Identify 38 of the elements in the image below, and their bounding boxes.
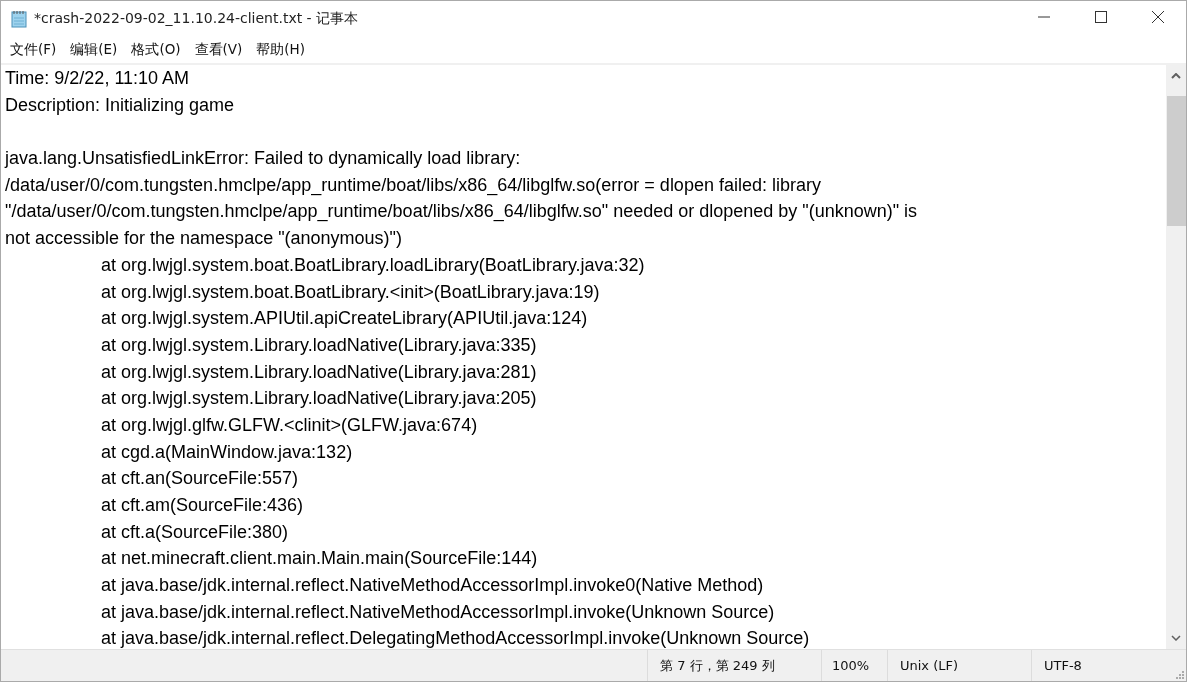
text-line: at cft.an(SourceFile:557) xyxy=(100,467,300,491)
text-line: at java.base/jdk.internal.reflect.NativeMethodAccessorImpl.invoke(Unknown Source) xyxy=(100,600,776,624)
text-line: at org.lwjgl.glfw.GLFW.<clinit>(GLFW.java:674) xyxy=(100,413,479,437)
text-line: at org.lwjgl.system.Library.loadNative(Library.java:335) xyxy=(100,333,538,357)
text-line: at cft.am(SourceFile:436) xyxy=(100,494,305,517)
notepad-icon xyxy=(11,10,27,28)
zoom-level: 100% xyxy=(821,650,887,681)
text-line: "/data/user/0/com.tungsten.hmclpe/app_runtime/boat/libs/x86_64/libglfw.so" needed or dlopened by "(unknown)" is xyxy=(5,200,919,224)
cursor-position: 第 7 行，第 249 列 xyxy=(647,650,821,681)
vertical-scrollbar[interactable] xyxy=(1166,65,1186,649)
scroll-up-icon[interactable] xyxy=(1171,73,1181,79)
line-ending: Unix (LF) xyxy=(887,650,1031,681)
text-line: at cgd.a(MainWindow.java:132) xyxy=(100,440,354,464)
text-line: at org.lwjgl.system.boat.BoatLibrary.loadLibrary(BoatLibrary.java:32) xyxy=(100,253,646,277)
text-line: at cft.a(SourceFile:380) xyxy=(100,520,290,544)
menu-item[interactable]: 查看(V) xyxy=(187,39,250,61)
text-line: at net.minecraft.client.main.Main.main(SourceFile:144) xyxy=(100,547,539,571)
text-line: at java.base/jdk.internal.reflect.NativeMethodAccessorImpl.invoke0(Native Method) xyxy=(100,574,765,598)
menu-item[interactable]: 文件(F) xyxy=(3,39,64,61)
scrollbar-thumb[interactable] xyxy=(1166,96,1186,226)
text-line: /data/user/0/com.tungsten.hmclpe/app_runtime/boat/libs/x86_64/libglfw.so(error = dlopen failed: library xyxy=(5,173,822,198)
text-line: Time: 9/2/22, 11:10 AM xyxy=(5,67,191,90)
text-line: at org.lwjgl.system.Library.loadNative(Library.java:205) xyxy=(100,387,538,411)
menu-item[interactable]: 格式(O) xyxy=(124,39,188,61)
text-line: Description: Initializing game xyxy=(5,93,236,117)
text-line: at org.lwjgl.system.boat.BoatLibrary.<init>(BoatLibrary.java:19) xyxy=(100,280,601,304)
text-line: at org.lwjgl.system.Library.loadNative(Library.java:281) xyxy=(100,360,538,384)
text-line: not accessible for the namespace "(anonymous)") xyxy=(5,227,403,251)
text-line: java.lang.UnsatisfiedLinkError: Failed to dynamically load library: xyxy=(5,147,522,171)
scroll-down-icon[interactable] xyxy=(1171,635,1181,641)
window-title: *crash-2022-09-02_11.10.24-client.txt - 记事本 xyxy=(34,10,359,28)
resize-grip-icon[interactable] xyxy=(1174,669,1184,679)
close-icon xyxy=(1151,11,1164,23)
menu-item[interactable]: 帮助(H) xyxy=(249,39,313,61)
text-line: at java.base/jdk.internal.reflect.DelegatingMethodAccessorImpl.invoke(Unknown Source) xyxy=(100,627,811,649)
maximize-icon xyxy=(1094,11,1107,23)
text-line: at org.lwjgl.system.APIUtil.apiCreateLibrary(APIUtil.java:124) xyxy=(100,307,589,331)
menu-item[interactable]: 编辑(E) xyxy=(63,39,125,61)
